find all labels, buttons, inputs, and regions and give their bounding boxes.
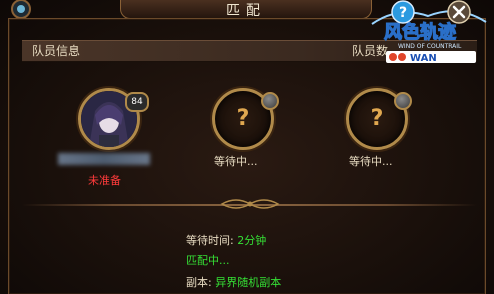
game-logo: 风色轨迹 WIND OF COUNTRAIL WAN <box>371 10 487 64</box>
slot-2-indicator-icon <box>261 92 279 110</box>
wait-time-row: 等待时间: 2分钟 <box>186 232 266 248</box>
slot-3-waiting-label: 等待中... <box>349 155 393 168</box>
svg-text:风色轨迹: 风色轨迹 <box>384 21 456 43</box>
dungeon-value: 异界随机副本 <box>215 276 282 289</box>
window-title: 匹配 <box>226 3 266 19</box>
level-badge: 84 <box>125 92 149 112</box>
team-info-title: 队员信息 <box>32 44 81 58</box>
dungeon-label: 副本: <box>186 276 212 289</box>
match-window: 匹配 队员信息 队员数 84 未准备 ? 等待中... ? 等待中... 等待时… <box>0 0 494 294</box>
help-button[interactable]: ? <box>390 0 416 24</box>
svg-text:WAN: WAN <box>410 53 437 64</box>
title-bar: 匹配 <box>120 0 372 19</box>
player-ready-status: 未准备 <box>88 174 121 187</box>
matching-status: 匹配中... <box>186 254 230 267</box>
wait-time-label: 等待时间: <box>186 234 234 247</box>
dungeon-row: 副本: 异界随机副本 <box>186 274 281 290</box>
divider-ornament-icon <box>220 199 280 209</box>
question-icon: ? <box>399 5 407 21</box>
slot-2-waiting-label: 等待中... <box>214 155 258 168</box>
player-name-blurred <box>58 153 150 165</box>
wait-time-value: 2分钟 <box>237 234 267 247</box>
slot-3-indicator-icon <box>394 92 412 110</box>
svg-text:WIND OF COUNTRAIL: WIND OF COUNTRAIL <box>398 43 462 50</box>
close-button[interactable] <box>446 0 472 24</box>
